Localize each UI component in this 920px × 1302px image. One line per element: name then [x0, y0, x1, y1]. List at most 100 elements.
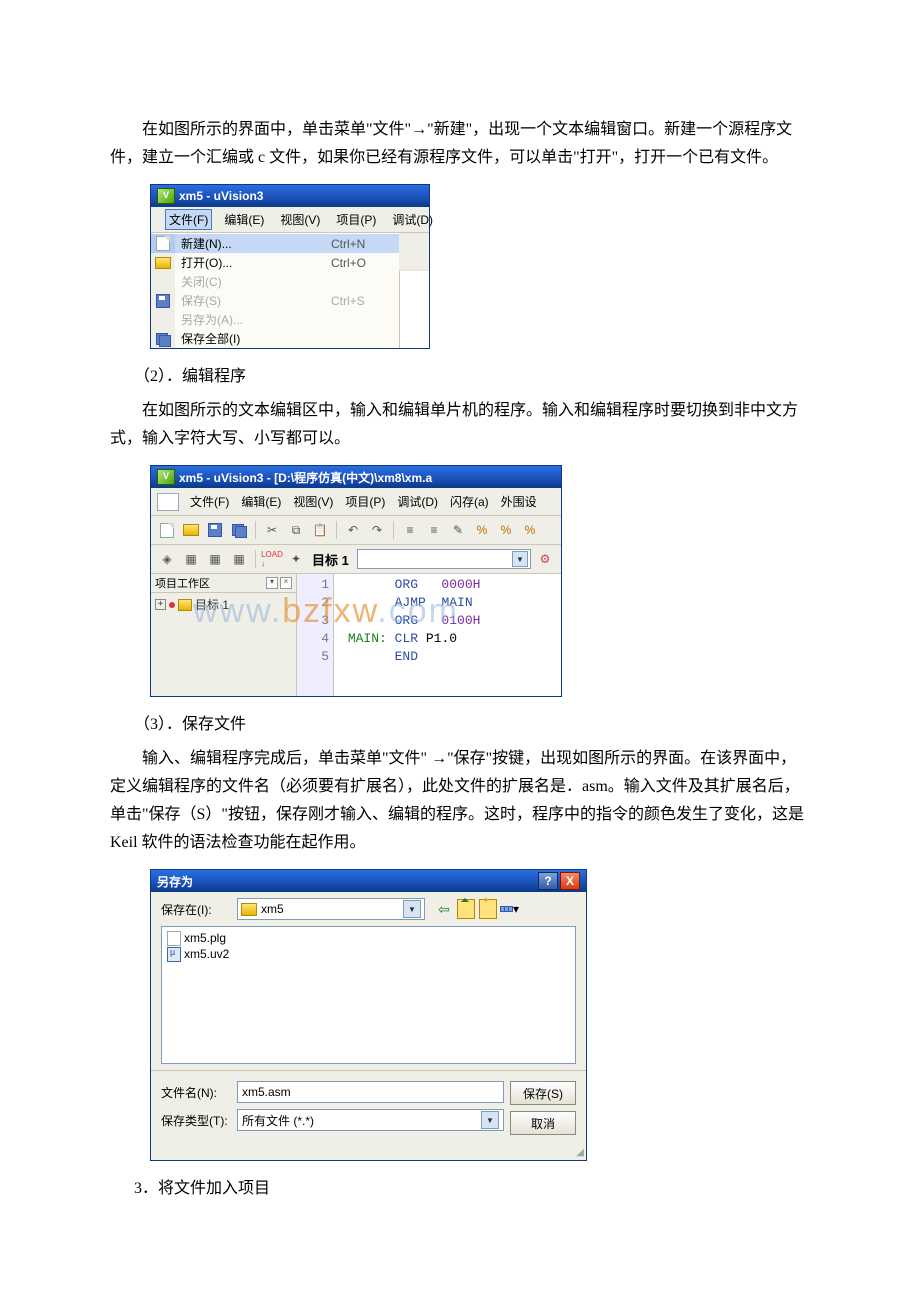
build3-icon[interactable]: ▦ [229, 549, 249, 569]
expand-icon[interactable]: + [155, 599, 166, 610]
indent-icon[interactable]: ≡ [400, 520, 420, 540]
view-mode-icon[interactable]: ▾ [501, 900, 519, 918]
sidebar-dropdown-icon[interactable]: ▾ [266, 577, 278, 589]
new-file-icon[interactable] [157, 520, 177, 540]
file-menu-window: xm5 - uVision3 文件(F) 编辑(E) 视图(V) 项目(P) 调… [150, 184, 430, 349]
file-name: xm5.plg [184, 931, 226, 945]
paste-icon[interactable]: 📋 [310, 520, 330, 540]
menu-item-label: 关闭(C) [175, 273, 331, 290]
back-icon[interactable]: ⇦ [435, 900, 453, 918]
shortcut: Ctrl+S [331, 294, 391, 308]
menu-periph[interactable]: 外围设 [498, 492, 540, 511]
build-icon[interactable]: ◈ [157, 549, 177, 569]
menu-item-saveall[interactable]: 保存全部(I) [151, 329, 399, 348]
tree-node-label: 目标 1 [195, 596, 229, 613]
flag3-icon[interactable]: % [520, 520, 540, 540]
new-file-icon [156, 236, 170, 251]
savein-label: 保存在(I): [161, 901, 231, 918]
menu-view[interactable]: 视图(V) [276, 209, 324, 230]
save-all-icon [156, 333, 170, 345]
menu-project[interactable]: 项目(P) [342, 492, 388, 511]
build2-icon[interactable]: ▦ [205, 549, 225, 569]
options-icon[interactable]: ⚙ [535, 549, 555, 569]
app-logo-icon [157, 188, 175, 204]
file-item[interactable]: xm5.uv2 [167, 946, 570, 962]
redo-icon[interactable]: ↷ [367, 520, 387, 540]
menu-item-label: 新建(N)... [175, 235, 331, 252]
menu-item-new[interactable]: 新建(N)... Ctrl+N [151, 234, 399, 253]
copy-icon[interactable]: ⧉ [286, 520, 306, 540]
target-label: 目标 1 [312, 550, 349, 569]
line-gutter: 1 2 3 4 5 [297, 574, 334, 696]
menu-edit[interactable]: 编辑(E) [238, 492, 284, 511]
paragraph-2: 在如图所示的文本编辑区中，输入和编辑单片机的程序。输入和编辑程序时要切换到非中文… [110, 397, 810, 453]
flag2-icon[interactable]: % [496, 520, 516, 540]
outdent-icon[interactable]: ≡ [424, 520, 444, 540]
filetype-combo[interactable]: 所有文件 (*.*) ▼ [237, 1109, 504, 1131]
tree-node-target[interactable]: + 目标 1 [155, 596, 292, 613]
save-all-icon[interactable] [229, 520, 249, 540]
save-as-dialog: 另存为 ? X 保存在(I): xm5 ▼ ⇦ ▾ [150, 869, 587, 1161]
rebuild-icon[interactable]: ▦ [181, 549, 201, 569]
uv2-file-icon [167, 947, 181, 962]
menu-item-label: 保存(S) [175, 292, 331, 309]
paragraph-3: 输入、编辑程序完成后，单击菜单"文件" →"保存"按键，出现如图所示的界面。在该… [110, 745, 810, 857]
menu-bar: 文件(F) 编辑(E) 视图(V) 项目(P) 调试(D) [151, 207, 429, 233]
paragraph-1: 在如图所示的界面中，单击菜单"文件"→"新建"，出现一个文本编辑窗口。新建一个源… [110, 116, 810, 172]
chevron-down-icon: ▼ [481, 1111, 499, 1129]
menu-item-label: 保存全部(I) [175, 330, 331, 347]
menu-item-open[interactable]: 打开(O)... Ctrl+O [151, 253, 399, 272]
filename-input[interactable]: xm5.asm [237, 1081, 504, 1103]
menu-project[interactable]: 项目(P) [332, 209, 380, 230]
section-heading-3: （3）．保存文件 [110, 711, 810, 739]
section-heading-2: （2）．编辑程序 [110, 363, 810, 391]
resize-grip-icon[interactable]: ◢ [151, 1147, 586, 1160]
open-file-icon[interactable] [181, 520, 201, 540]
menu-file[interactable]: 文件(F) [187, 492, 232, 511]
undo-icon[interactable]: ↶ [343, 520, 363, 540]
file-icon [167, 931, 181, 946]
close-button[interactable]: X [560, 872, 580, 890]
menu-edit[interactable]: 编辑(E) [220, 209, 268, 230]
app-logo-icon [157, 469, 175, 485]
file-list[interactable]: xm5.plg xm5.uv2 [161, 926, 576, 1064]
help-button[interactable]: ? [538, 872, 558, 890]
up-folder-icon[interactable] [457, 900, 475, 918]
menu-file[interactable]: 文件(F) [165, 209, 212, 230]
cut-icon[interactable]: ✂ [262, 520, 282, 540]
target-combo[interactable]: ▼ [357, 549, 531, 569]
menu-debug[interactable]: 调试(D) [388, 209, 437, 230]
filename-label: 文件名(N): [161, 1084, 231, 1101]
menu-view[interactable]: 视图(V) [290, 492, 336, 511]
new-folder-icon[interactable] [479, 900, 497, 918]
save-button[interactable]: 保存(S) [510, 1081, 576, 1105]
dialog-title: 另存为 [157, 873, 193, 890]
target-options-icon[interactable]: ✦ [286, 549, 306, 569]
menu-flash[interactable]: 闪存(a) [447, 492, 492, 511]
sidebar-title: 项目工作区 [155, 575, 210, 591]
folder-icon [178, 599, 192, 611]
chevron-down-icon: ▼ [403, 900, 421, 918]
chevron-down-icon: ▼ [512, 551, 528, 567]
menu-debug[interactable]: 调试(D) [394, 492, 441, 511]
filetype-value: 所有文件 (*.*) [242, 1112, 314, 1129]
bookmark-icon[interactable]: ✎ [448, 520, 468, 540]
document-icon [157, 493, 179, 511]
file-item[interactable]: xm5.plg [167, 930, 570, 946]
cancel-button[interactable]: 取消 [510, 1111, 576, 1135]
shortcut: Ctrl+O [331, 256, 391, 270]
sidebar-close-icon[interactable]: × [280, 577, 292, 589]
project-sidebar: 项目工作区 ▾ × + 目标 1 [151, 574, 297, 696]
file-dropdown: 新建(N)... Ctrl+N 打开(O)... Ctrl+O 关闭(C) [151, 233, 399, 348]
toolbar-1: ✂ ⧉ 📋 ↶ ↷ ≡ ≡ ✎ % % % [151, 516, 561, 545]
menu-item-save: 保存(S) Ctrl+S [151, 291, 399, 310]
load-icon[interactable]: LOAD↓ [262, 549, 282, 569]
window-title: xm5 - uVision3 [179, 189, 263, 203]
save-icon[interactable] [205, 520, 225, 540]
flag1-icon[interactable]: % [472, 520, 492, 540]
code-editor[interactable]: 1 2 3 4 5 ORG 0000H AJMP MAIN ORG 0100H … [297, 574, 561, 696]
savein-combo[interactable]: xm5 ▼ [237, 898, 425, 920]
window-title: xm5 - uVision3 - [D:\程序仿真(中文)\xm8\xm.a [179, 469, 432, 486]
section-heading-4: 3．将文件加入项目 [110, 1175, 810, 1203]
filename-value: xm5.asm [242, 1085, 291, 1099]
